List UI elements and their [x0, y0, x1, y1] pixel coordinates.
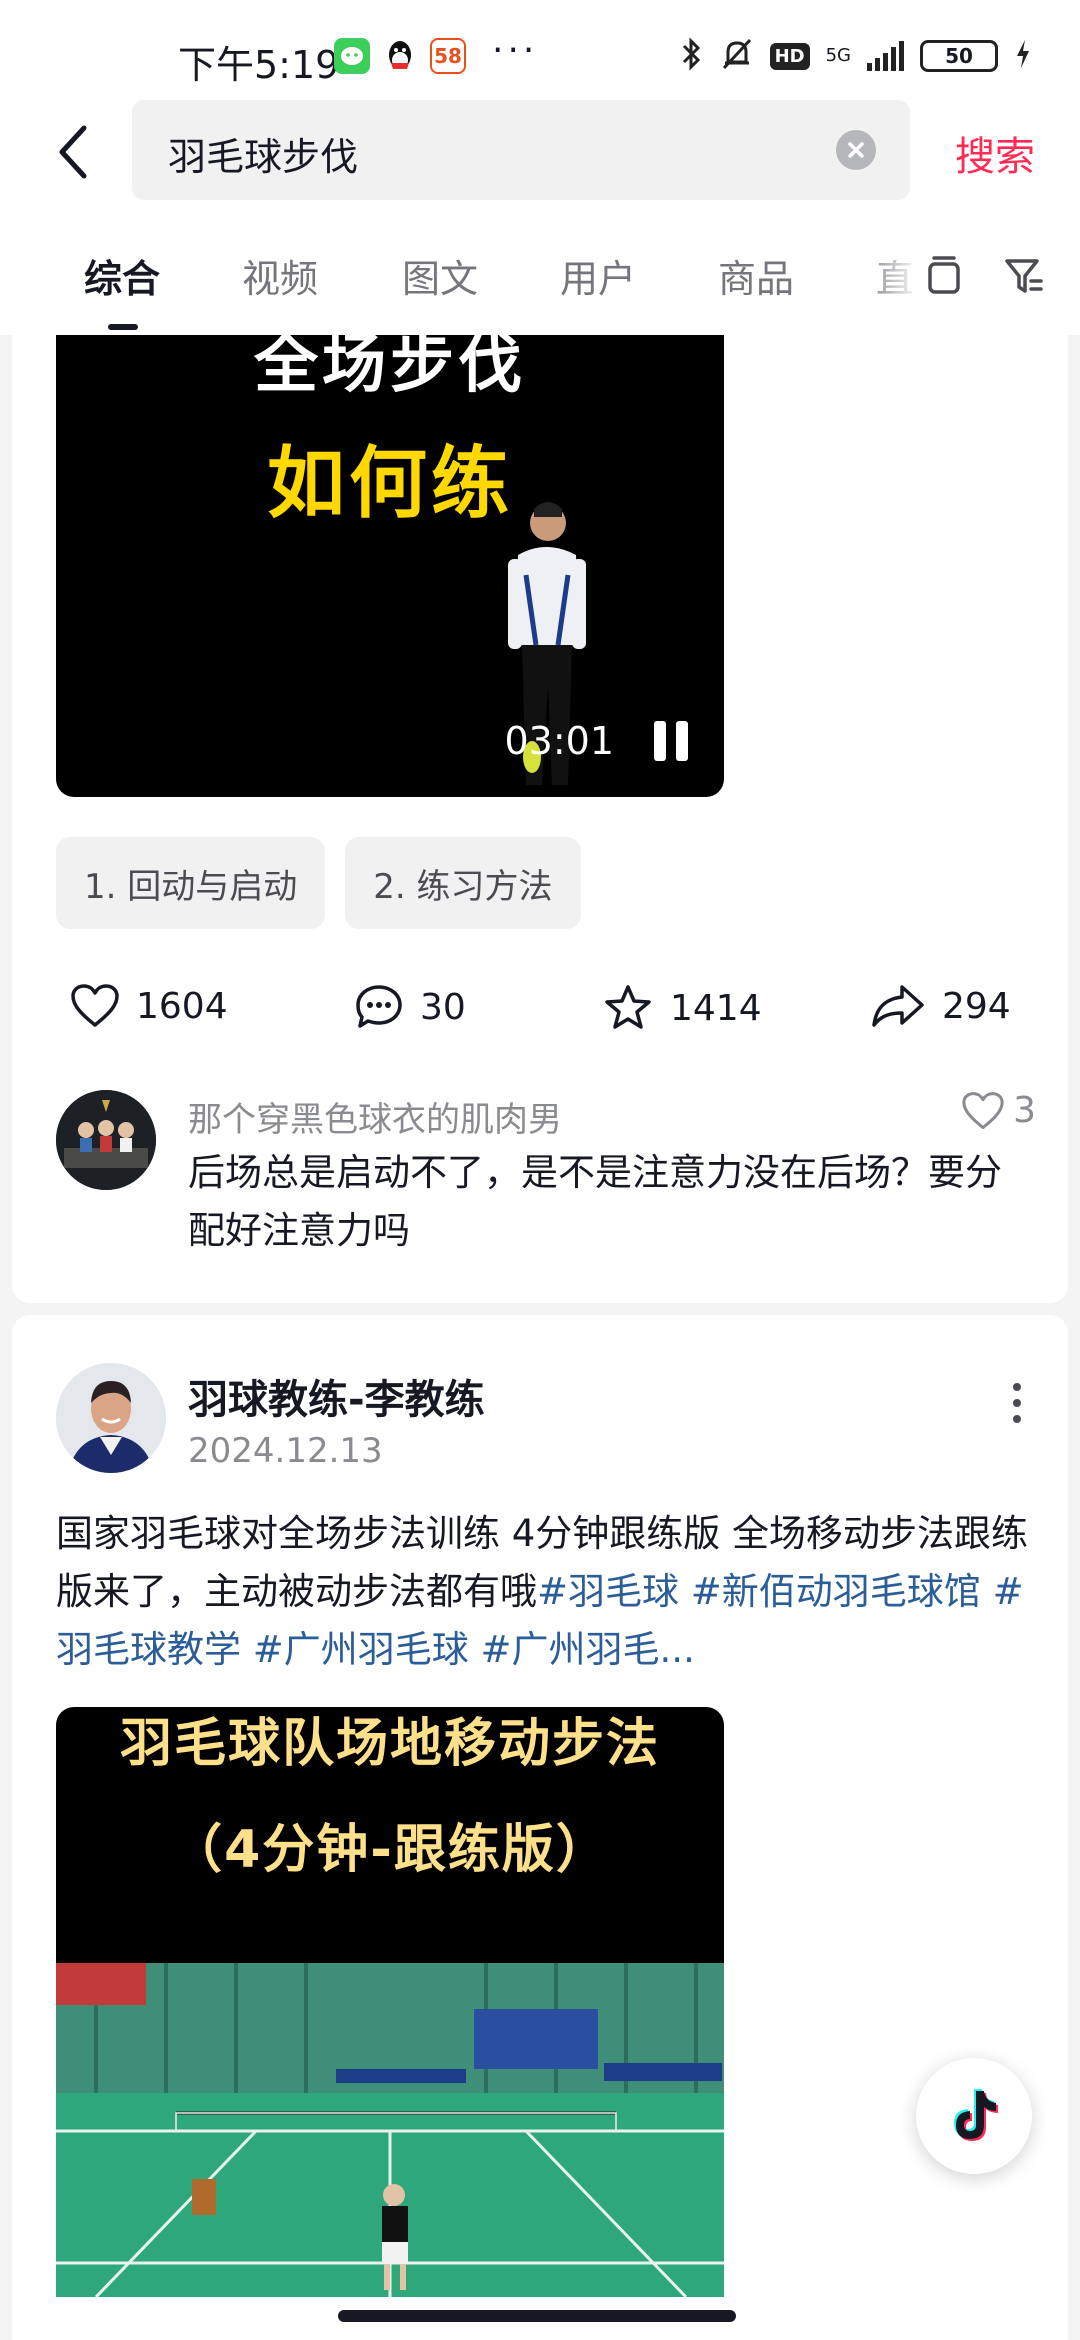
hashtag[interactable]: #广州羽毛...: [481, 1628, 695, 1671]
tab-fade-overlay: [860, 220, 920, 335]
comment-like-count: 3: [1013, 1090, 1036, 1131]
heart-icon: [71, 984, 119, 1027]
clear-search-button[interactable]: [836, 130, 876, 170]
tab-image-text[interactable]: 图文: [402, 248, 478, 303]
network-indicator: 5G: [825, 45, 851, 66]
hashtag[interactable]: #羽毛球: [537, 1570, 679, 1613]
bluetooth-icon: [680, 36, 704, 76]
comment-text: 后场总是启动不了，是不是注意力没在后场？要分配好注意力吗: [188, 1151, 1002, 1252]
video-title-line1: 羽毛球队场地移动步法: [119, 1714, 660, 1774]
comment-button[interactable]: 30: [354, 983, 466, 1031]
top-comment[interactable]: 那个穿黑色球衣的肌肉男 3 后场总是启动不了，是不是注意力没在后场？要分配好注意…: [56, 1090, 1036, 1270]
search-input[interactable]: 羽毛球步伐: [132, 100, 910, 200]
like-button[interactable]: 1604: [70, 983, 228, 1029]
post-description: 国家羽毛球对全场步法训练 4分钟跟练版 全场移动步法跟练版来了，主动被动步法都有…: [56, 1505, 1036, 1679]
mute-bell-icon: [720, 36, 754, 76]
post-action-bar: 1604 30 1414 294: [12, 983, 1068, 1047]
video-duration: 03:01: [504, 719, 614, 763]
search-header: 羽毛球步伐 搜索: [0, 100, 1080, 220]
star-icon: [605, 985, 651, 1029]
heart-icon: [962, 1091, 1004, 1129]
hd-badge: HD: [769, 42, 810, 70]
share-arrow-icon: [872, 985, 924, 1027]
badminton-court-image: [56, 1963, 724, 2297]
home-indicator[interactable]: [338, 2310, 736, 2322]
share-button[interactable]: 294: [870, 983, 1011, 1029]
search-result-card: 羽球教练-李教练 2024.12.13 国家羽毛球对全场步法训练 4分钟跟练版 …: [12, 1315, 1068, 2340]
active-tab-indicator: [108, 324, 138, 330]
search-query-text[interactable]: 羽毛球步伐: [168, 126, 358, 181]
more-vertical-icon: [1013, 1383, 1021, 1391]
chapter-list: 1. 回动与启动 2. 练习方法: [56, 837, 581, 929]
search-result-card: 全场步伐 如何练 03:01 1. 回动与启动 2. 练习方法 1604 30: [12, 335, 1068, 1303]
comment-username[interactable]: 那个穿黑色球衣的肌肉男: [188, 1092, 562, 1141]
qq-notification-icon: [382, 38, 418, 74]
douyin-floating-button[interactable]: [916, 2058, 1032, 2174]
like-count: 1604: [136, 985, 228, 1027]
hashtag[interactable]: #新佰动羽毛球馆: [691, 1570, 981, 1613]
pause-button[interactable]: [654, 721, 694, 761]
back-arrow-icon: [59, 125, 87, 179]
chapter-chip[interactable]: 1. 回动与启动: [56, 837, 326, 929]
more-options-button[interactable]: [1002, 1373, 1032, 1433]
search-button[interactable]: 搜索: [955, 124, 1035, 182]
pause-icon: [654, 721, 666, 761]
filter-icon: [1005, 259, 1043, 293]
comment-like-button[interactable]: 3: [961, 1090, 1036, 1131]
filter-button[interactable]: [996, 248, 1052, 304]
favorite-count: 1414: [670, 987, 762, 1029]
battery-icon: 50: [920, 40, 998, 72]
tab-video[interactable]: 视频: [242, 248, 318, 303]
more-notifications-icon: ···: [492, 30, 539, 71]
wechat-notification-icon: [334, 38, 370, 74]
video-thumbnail[interactable]: 羽毛球队场地移动步法 （4分钟-跟练版）: [56, 1707, 724, 2297]
58-notification-icon: 58: [430, 38, 466, 74]
signal-icon: [867, 41, 904, 71]
video-title-line2: （4分钟-跟练版）: [170, 1820, 610, 1880]
comment-count: 30: [420, 986, 466, 1028]
status-bar: 下午5:19 58 ··· HD 5G 50: [0, 0, 1080, 100]
avatar[interactable]: [56, 1090, 156, 1190]
douyin-logo-icon: [954, 2089, 998, 2141]
status-time: 下午5:19: [178, 43, 340, 87]
tab-general[interactable]: 综合: [84, 248, 160, 303]
video-title-line1: 全场步伐: [254, 335, 526, 402]
layout-icon: [928, 256, 960, 294]
tab-users[interactable]: 用户: [560, 248, 636, 303]
charging-icon: [1014, 38, 1032, 74]
hashtag[interactable]: #广州羽毛球: [253, 1628, 469, 1671]
favorite-button[interactable]: 1414: [602, 983, 762, 1033]
video-player[interactable]: 全场步伐 如何练 03:01: [56, 335, 724, 797]
comment-bubble-icon: [356, 985, 402, 1028]
tab-products[interactable]: 商品: [718, 248, 794, 303]
video-title-line2: 如何练: [266, 439, 513, 529]
chapter-chip[interactable]: 2. 练习方法: [345, 837, 581, 929]
back-button[interactable]: [44, 122, 104, 182]
search-tabs: 综合 视频 图文 用户 商品 直: [0, 220, 1080, 335]
layout-toggle-button[interactable]: [916, 248, 972, 304]
author-name[interactable]: 羽球教练-李教练: [188, 1367, 485, 1425]
post-date: 2024.12.13: [188, 1431, 383, 1471]
close-icon: [848, 142, 864, 158]
share-count: 294: [942, 985, 1011, 1027]
author-avatar[interactable]: [56, 1363, 166, 1473]
